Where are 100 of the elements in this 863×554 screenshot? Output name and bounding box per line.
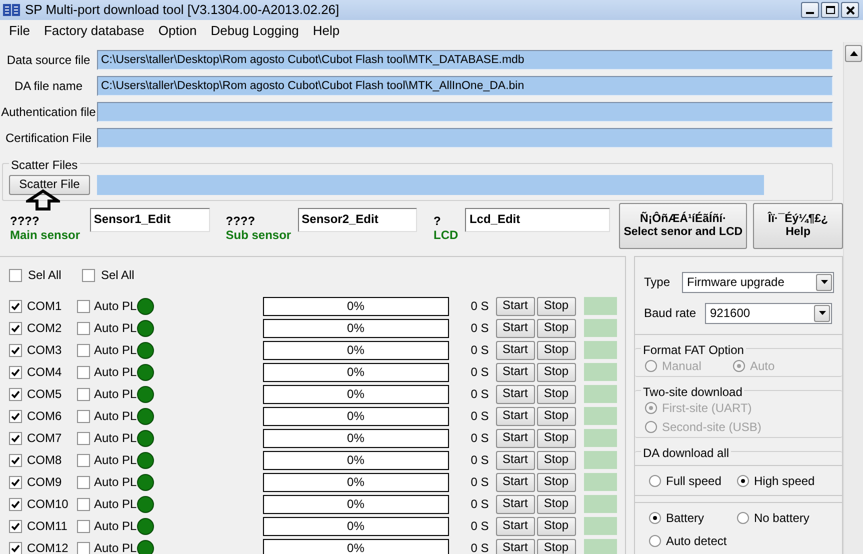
menu-item[interactable]: Help [306,21,347,41]
start-button[interactable]: Start [496,516,535,536]
scrollbar[interactable] [843,42,863,554]
stop-button[interactable]: Stop [536,296,576,316]
minimize-button[interactable] [801,2,819,18]
sensor-code: ???? [10,215,40,229]
file-path-field[interactable]: C:\Users\taller\Desktop\Rom agosto Cubot\Cubot Flash tool\MTK_DATABASE.mdb [97,50,833,70]
start-button[interactable]: Start [496,384,535,404]
elapsed-time: 0 S [470,452,490,469]
elapsed-time: 0 S [470,518,490,535]
file-path-field[interactable] [97,102,833,122]
menu-item[interactable]: Option [151,21,204,41]
checkbox[interactable] [77,432,90,444]
elapsed-time: 0 S [470,408,490,425]
port-label: COM9 [26,474,63,491]
checkbox[interactable] [77,410,90,422]
scatter-file-button[interactable]: Scatter File [9,175,90,195]
radio-button[interactable] [649,512,661,524]
checkbox[interactable] [9,520,22,532]
checkbox[interactable] [77,454,90,466]
checkbox[interactable] [77,520,90,532]
radio-button[interactable] [737,512,749,524]
progress-bar: 0% [262,406,449,426]
checkbox[interactable] [77,388,90,400]
start-button[interactable]: Start [496,296,535,316]
progress-bar: 0% [262,450,449,470]
scroll-up-button[interactable] [845,45,862,62]
stop-button[interactable]: Stop [536,384,576,404]
start-button[interactable]: Start [496,450,535,470]
status-box [584,385,617,403]
stop-button[interactable]: Stop [536,494,576,514]
checkbox[interactable] [77,344,90,356]
stop-button[interactable]: Stop [536,362,576,382]
port-label: COM11 [26,518,68,535]
status-box [584,429,617,447]
radio-button[interactable] [737,474,749,486]
checkbox[interactable] [9,344,22,356]
start-button[interactable]: Start [496,406,535,426]
stop-button[interactable]: Stop [536,318,576,338]
stop-button[interactable]: Stop [536,428,576,448]
checkbox-label: Auto PL [93,364,137,381]
checkbox-label: Auto PL [93,430,137,447]
checkbox[interactable] [9,268,22,282]
checkbox[interactable] [77,300,90,312]
checkbox[interactable] [9,410,22,422]
sensor-field[interactable]: Sensor1_Edit [90,208,210,232]
checkbox[interactable] [9,542,22,554]
checkbox[interactable] [77,366,90,378]
field-label: Data source file [6,52,92,69]
checkbox[interactable] [82,268,95,282]
maximize-button[interactable] [821,2,839,18]
elapsed-time: 0 S [470,386,490,403]
scatter-path-field[interactable] [97,175,764,195]
stop-button[interactable]: Stop [536,538,576,554]
stop-button[interactable]: Stop [536,406,576,426]
stop-button[interactable]: Stop [536,472,576,492]
checkbox[interactable] [9,388,22,400]
status-dot [136,386,154,402]
status-box [584,517,617,535]
radio-button[interactable] [649,474,661,486]
checkbox[interactable] [9,300,22,312]
checkbox[interactable] [9,432,22,444]
checkbox[interactable] [9,454,22,466]
close-button[interactable] [841,2,859,18]
dropdown[interactable]: Firmware upgrade [682,272,834,292]
menu-item[interactable]: Debug Logging [204,21,306,41]
start-button[interactable]: Start [496,318,535,338]
checkbox[interactable] [77,542,90,554]
start-button[interactable]: Start [496,472,535,492]
status-dot [136,342,154,358]
menu-item[interactable]: File [2,21,37,41]
file-path-field[interactable]: C:\Users\taller\Desktop\Rom agosto Cubot\Cubot Flash tool\MTK_AllInOne_DA.bin [97,76,833,96]
checkbox[interactable] [9,366,22,378]
action-button[interactable]: Îï·¯Éý¼¶£¿ Help [753,203,843,249]
port-label: COM1 [26,298,63,315]
checkbox[interactable] [9,498,22,510]
start-button[interactable]: Start [496,428,535,448]
checkbox[interactable] [77,476,90,488]
checkbox[interactable] [77,498,90,510]
stop-button[interactable]: Stop [536,340,576,360]
start-button[interactable]: Start [496,340,535,360]
checkbox-label: Auto PL [93,386,137,403]
radio-button[interactable] [649,534,661,546]
stop-button[interactable]: Stop [536,450,576,470]
status-dot [136,408,154,424]
action-button[interactable]: Ñ¡ÔñÆÁ¹íÉãÍñí· Select senor and LCD [619,203,748,249]
dropdown[interactable]: 921600 [705,302,832,324]
stop-button[interactable]: Stop [536,516,576,536]
sensor-field[interactable]: Lcd_Edit [465,208,610,232]
checkbox[interactable] [9,322,22,334]
file-path-field[interactable] [97,128,833,148]
start-button[interactable]: Start [496,494,535,514]
menu-item[interactable]: Factory database [36,21,152,41]
start-button[interactable]: Start [496,362,535,382]
sensor-field[interactable]: Sensor2_Edit [298,208,418,232]
port-label: COM4 [26,364,63,381]
status-box [584,495,617,513]
start-button[interactable]: Start [496,538,535,554]
checkbox[interactable] [77,322,90,334]
checkbox[interactable] [9,476,22,488]
